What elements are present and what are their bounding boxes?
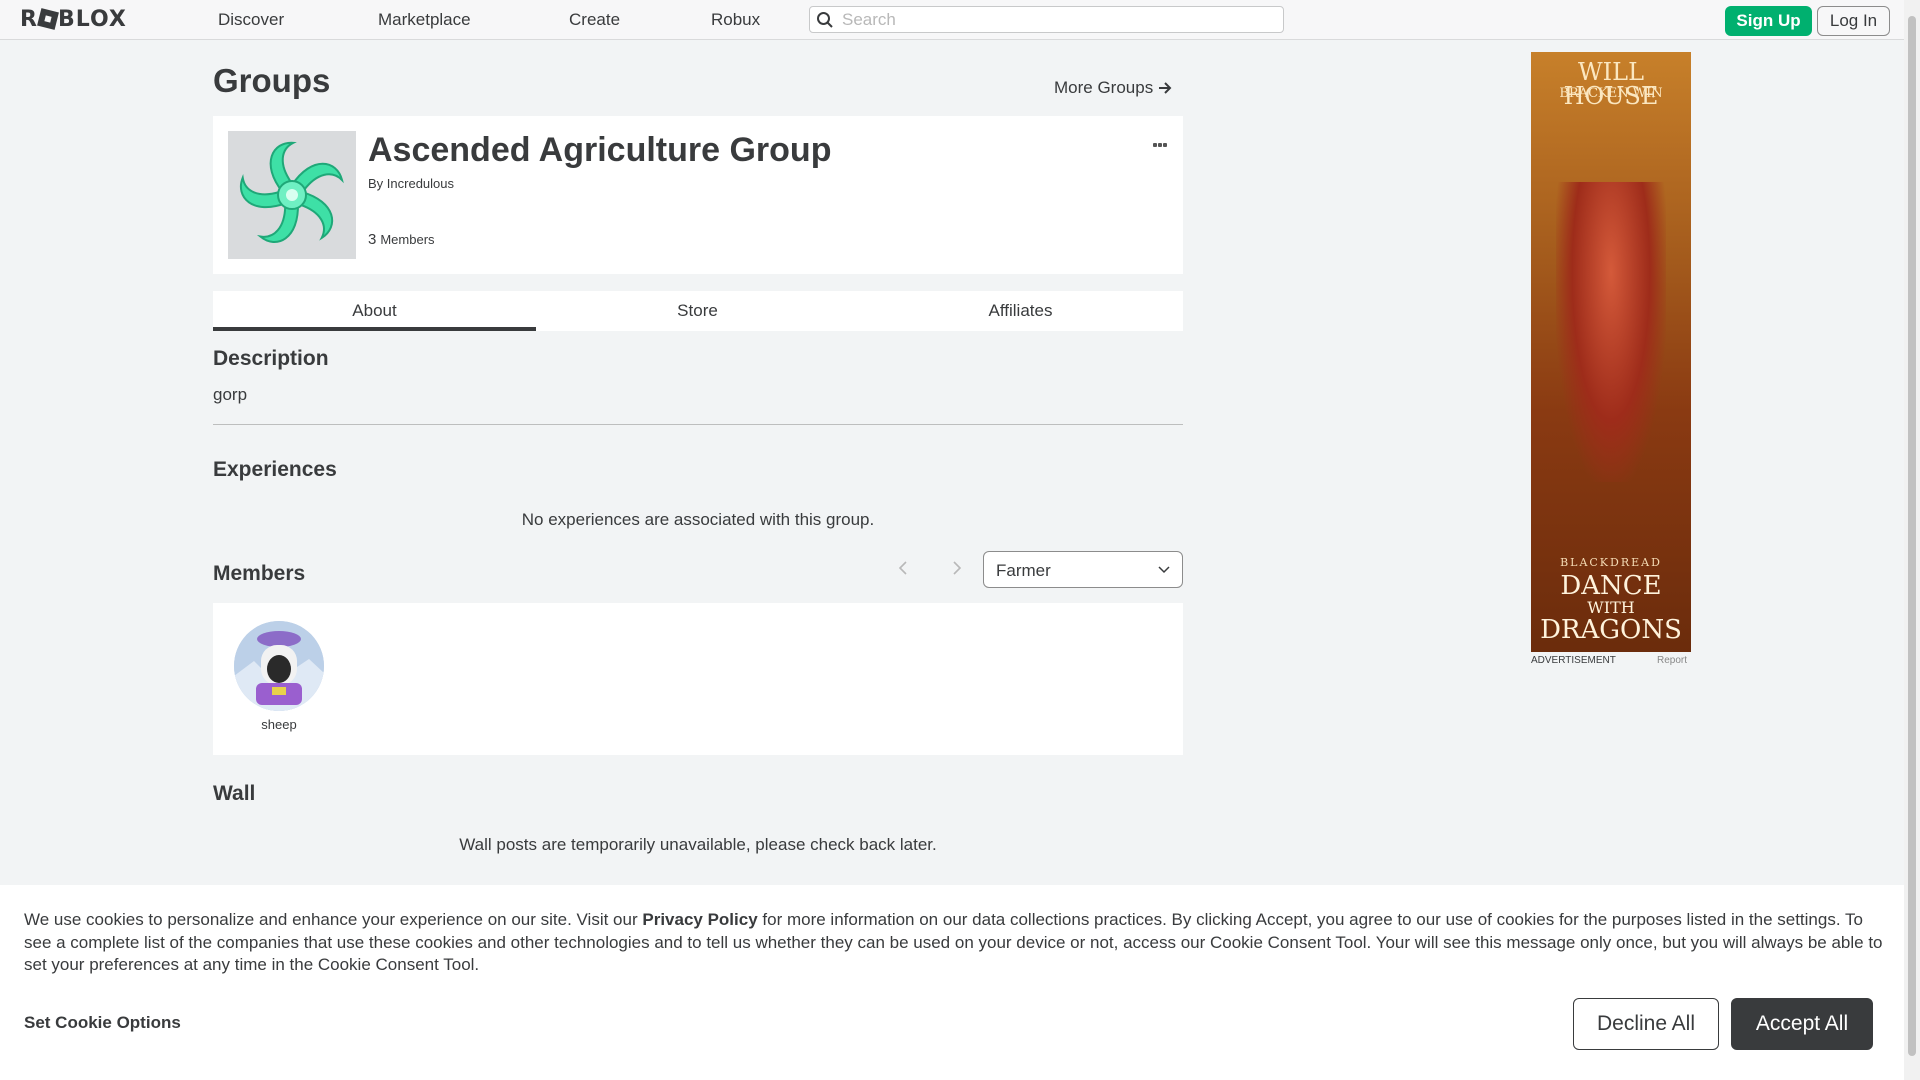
wall-heading: Wall xyxy=(213,782,256,805)
cookie-banner: We use cookies to personalize and enhanc… xyxy=(0,885,1904,1080)
cookie-text-before: We use cookies to personalize and enhanc… xyxy=(24,910,643,929)
ad-character-image xyxy=(1556,182,1666,482)
tab-store[interactable]: Store xyxy=(536,291,859,331)
scrollbar-thumb[interactable] xyxy=(1908,16,1916,1056)
tab-about[interactable]: About xyxy=(213,291,536,331)
role-dropdown-value: Farmer xyxy=(996,561,1051,580)
roblox-logo[interactable]: R BLOX xyxy=(20,7,127,32)
more-groups-label: More Groups xyxy=(1054,78,1154,97)
description-heading: Description xyxy=(213,347,329,370)
members-heading: Members xyxy=(213,562,306,585)
group-name: Ascended Agriculture Group xyxy=(368,131,832,169)
member-count: 3 Members xyxy=(368,231,435,248)
ad-small-line: BLACKDREAD xyxy=(1560,556,1662,569)
ad-top-line2: BRACKEN WIN xyxy=(1559,86,1663,101)
log-in-button[interactable]: Log In xyxy=(1817,6,1890,36)
sign-up-button[interactable]: Sign Up xyxy=(1725,6,1812,36)
accept-all-button[interactable]: Accept All xyxy=(1731,998,1873,1050)
search-box[interactable] xyxy=(809,6,1284,33)
ad-title: DANCE WITH DRAGONS xyxy=(1531,572,1691,644)
group-tabs: About Store Affiliates xyxy=(213,291,1183,331)
group-owner: By Incredulous xyxy=(368,176,454,191)
member-card[interactable]: sheep xyxy=(234,621,324,732)
group-emblem xyxy=(228,131,356,259)
group-emblem-icon xyxy=(240,141,344,243)
nav-robux[interactable]: Robux xyxy=(711,10,760,30)
nav-marketplace[interactable]: Marketplace xyxy=(378,10,471,30)
chevron-right-icon[interactable] xyxy=(946,558,966,578)
avatar[interactable] xyxy=(234,621,324,711)
page-scrollbar[interactable] xyxy=(1904,0,1920,1080)
chevron-left-icon[interactable] xyxy=(894,558,914,578)
arrow-right-icon xyxy=(1158,82,1172,94)
experiences-empty-text: No experiences are associated with this … xyxy=(521,510,875,529)
top-navigation-bar: R BLOX Discover Marketplace Create Robux … xyxy=(0,0,1904,40)
set-cookie-options-link[interactable]: Set Cookie Options xyxy=(24,1013,181,1033)
privacy-policy-link[interactable]: Privacy Policy xyxy=(642,910,757,929)
experiences-heading: Experiences xyxy=(213,458,337,481)
tab-affiliates[interactable]: Affiliates xyxy=(859,291,1182,331)
ad-report-link[interactable]: Report xyxy=(1657,655,1687,666)
role-dropdown[interactable]: Farmer xyxy=(983,551,1183,588)
wall-empty-text: Wall posts are temporarily unavailable, … xyxy=(459,835,937,854)
section-divider xyxy=(213,424,1183,425)
ad-title-line1: DANCE xyxy=(1560,571,1662,601)
owner-link[interactable]: Incredulous xyxy=(387,176,454,191)
ad-title-line2: WITH xyxy=(1587,598,1635,617)
nav-discover[interactable]: Discover xyxy=(218,10,284,30)
cookie-message: We use cookies to personalize and enhanc… xyxy=(24,909,1884,977)
search-input[interactable] xyxy=(842,9,1272,30)
member-count-label: Members xyxy=(380,232,435,247)
search-icon xyxy=(817,12,833,28)
logo-o-icon xyxy=(37,8,59,30)
member-count-value: 3 xyxy=(368,231,377,248)
decline-all-button[interactable]: Decline All xyxy=(1573,998,1719,1050)
group-header-card: Ascended Agriculture Group By Incredulou… xyxy=(213,116,1183,274)
page-title: Groups xyxy=(213,62,331,99)
more-groups-link[interactable]: More Groups xyxy=(1054,78,1172,98)
members-list: sheep xyxy=(213,603,1183,755)
chevron-down-icon xyxy=(1158,566,1170,574)
nav-create[interactable]: Create xyxy=(569,10,620,30)
description-text: gorp xyxy=(213,385,248,404)
member-name[interactable]: sheep xyxy=(234,717,324,732)
ad-title-line3: DRAGONS xyxy=(1540,615,1682,645)
avatar-icon xyxy=(234,621,324,711)
more-options-icon[interactable] xyxy=(1153,134,1173,147)
by-prefix: By xyxy=(368,176,384,191)
advertisement-banner[interactable]: WILL HOUSE BRACKEN WIN BLACKDREAD DANCE … xyxy=(1531,52,1691,652)
ad-label: ADVERTISEMENT xyxy=(1531,655,1616,666)
